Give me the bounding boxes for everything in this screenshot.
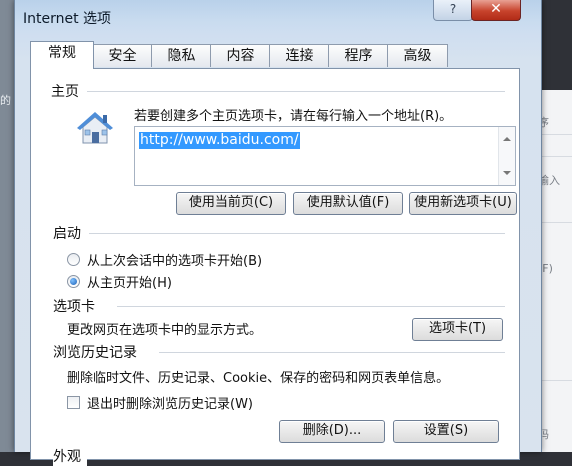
- homepage-group-title: 主页: [51, 81, 85, 101]
- help-button[interactable]: ?: [433, 0, 473, 21]
- house-icon: [77, 112, 113, 144]
- startup-last-session-label[interactable]: 从上次会话中的选项卡开始(B): [87, 250, 262, 269]
- window-title: Internet 选项: [23, 11, 112, 27]
- delete-history-on-exit-checkbox[interactable]: [67, 396, 80, 409]
- history-settings-button[interactable]: 设置(S): [393, 420, 499, 443]
- group-divider: [87, 91, 505, 92]
- textarea-scrollbar[interactable]: [498, 127, 515, 185]
- startup-homepage-label[interactable]: 从主页开始(H): [87, 272, 172, 291]
- general-tab-panel: 主页 若要创建多个主页选项卡，请在每行输入一个地址(R)。 http://www…: [30, 68, 520, 466]
- delete-button[interactable]: 删除(D)...: [279, 420, 385, 443]
- tabs-group-title: 选项卡: [53, 296, 101, 316]
- tab-content[interactable]: 内容: [210, 44, 271, 67]
- use-current-button[interactable]: 使用当前页(C): [176, 192, 286, 215]
- use-default-button[interactable]: 使用默认值(F): [293, 192, 403, 215]
- tab-security[interactable]: 安全: [92, 44, 153, 67]
- startup-last-session-radio[interactable]: [67, 253, 80, 266]
- delete-history-on-exit-label[interactable]: 退出时删除浏览历史记录(W): [87, 393, 253, 412]
- tabs-description: 更改网页在选项卡中的显示方式。: [67, 323, 263, 338]
- tab-connections[interactable]: 连接: [269, 44, 330, 67]
- history-group-title: 浏览历史记录: [53, 342, 143, 362]
- tab-programs[interactable]: 程序: [328, 44, 389, 67]
- appearance-group-title: 外观: [53, 446, 87, 466]
- startup-homepage-radio[interactable]: [67, 275, 80, 288]
- tab-advanced[interactable]: 高级: [387, 44, 448, 67]
- tab-general[interactable]: 常规: [30, 41, 94, 69]
- group-divider: [159, 352, 505, 353]
- scroll-down-arrow-icon[interactable]: [503, 171, 511, 175]
- homepage-hint: 若要创建多个主页选项卡，请在每行输入一个地址(R)。: [134, 109, 453, 124]
- group-divider: [117, 306, 505, 307]
- title-bar[interactable]: Internet 选项 ? ✕: [15, 0, 541, 32]
- homepage-url-textarea[interactable]: http://www.baidu.com/: [134, 126, 516, 186]
- group-divider: [89, 233, 505, 234]
- scroll-up-arrow-icon[interactable]: [503, 137, 511, 141]
- tabs-settings-button[interactable]: 选项卡(T): [412, 318, 503, 341]
- tab-privacy[interactable]: 隐私: [151, 44, 212, 67]
- internet-options-dialog: Internet 选项 ? ✕ 常规 安全 隐私 内容 连接 程序 高级 主页 …: [14, 0, 542, 466]
- close-button[interactable]: ✕: [471, 0, 521, 21]
- startup-group-title: 启动: [53, 223, 87, 243]
- homepage-url-value: http://www.baidu.com/: [139, 132, 300, 149]
- history-description: 删除临时文件、历史记录、Cookie、保存的密码和网页表单信息。: [67, 371, 450, 386]
- use-new-tab-button[interactable]: 使用新选项卡(U): [409, 192, 517, 215]
- background-text: 的: [0, 94, 11, 107]
